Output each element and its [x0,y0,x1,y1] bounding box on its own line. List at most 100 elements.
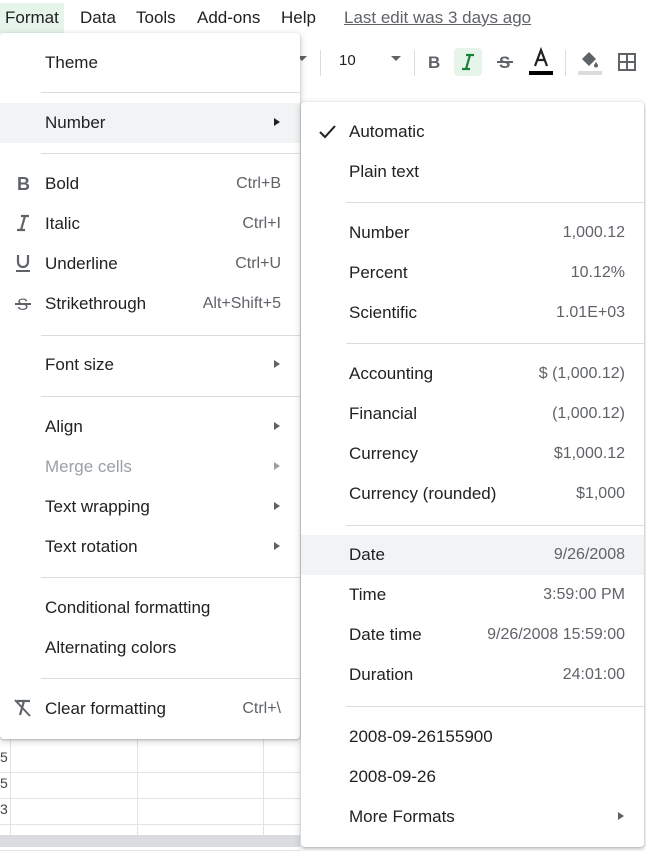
grid-row: 3 [0,799,300,825]
menu-item-label: Font size [45,355,114,374]
number-format-custom-date[interactable]: 2008-09-26 [301,757,644,797]
checkmark-icon [319,125,336,139]
row-number: 5 [0,749,8,765]
menu-tools[interactable]: Tools [136,8,176,28]
fill-color-button[interactable] [576,48,604,76]
menu-divider [41,92,300,93]
shortcut-label: Alt+Shift+5 [202,295,281,312]
format-example: 24:01:00 [562,666,625,683]
menu-item-label: Alternating colors [45,638,177,657]
font-size-dropdown-icon[interactable] [391,56,401,61]
shortcut-label: Ctrl+U [235,255,281,272]
shortcut-label: Ctrl+B [236,175,281,192]
submenu-arrow-icon [274,462,280,470]
menu-item-label: Text rotation [45,537,138,556]
menu-data[interactable]: Data [80,8,116,28]
number-format-financial[interactable]: Financial (1,000.12) [301,394,644,434]
menu-item-strikethrough[interactable]: S Strikethrough Alt+Shift+5 [0,284,300,324]
menu-item-label: 2008-09-26 [349,767,436,786]
clear-formatting-icon [13,698,33,720]
last-edit-link[interactable]: Last edit was 3 days ago [344,8,531,28]
menu-divider [41,153,300,154]
menu-item-clear-formatting[interactable]: Clear formatting Ctrl+\ [0,689,300,729]
menu-divider [346,525,644,526]
menu-item-text-rotation[interactable]: Text rotation [0,527,300,567]
menu-item-label: Currency [349,444,418,463]
number-format-accounting[interactable]: Accounting $ (1,000.12) [301,354,644,394]
font-size-value[interactable]: 10 [339,52,356,69]
toolbar-divider [565,50,566,76]
grid-line [263,738,264,847]
row-number: 3 [0,801,8,817]
format-menu: Theme Number B Bold Ctrl+B Italic Ctrl+I… [0,33,300,739]
number-format-plain-text[interactable]: Plain text [301,152,644,192]
number-format-submenu: Automatic Plain text Number 1,000.12 Per… [301,102,644,847]
menu-item-label: More Formats [349,807,455,826]
number-format-scientific[interactable]: Scientific 1.01E+03 [301,293,644,333]
strikethrough-button[interactable]: S [491,48,519,76]
borders-button[interactable] [613,48,641,76]
underline-icon [13,253,33,275]
menu-item-label: Date [349,545,385,564]
menu-item-italic[interactable]: Italic Ctrl+I [0,204,300,244]
menu-help[interactable]: Help [281,8,316,28]
svg-text:B: B [17,174,30,193]
submenu-arrow-icon [274,502,280,510]
italic-icon [462,53,474,71]
number-format-date[interactable]: Date 9/26/2008 [301,535,644,575]
number-format-custom-datetime[interactable]: 2008-09-26155900 [301,717,644,757]
menu-item-label: Theme [45,53,98,72]
menu-divider [346,202,644,203]
menu-item-label: Automatic [349,122,425,141]
submenu-arrow-icon [274,118,280,126]
number-format-date-time[interactable]: Date time 9/26/2008 15:59:00 [301,615,644,655]
number-format-automatic[interactable]: Automatic [301,112,644,152]
fill-color-icon [578,52,602,75]
format-example: $1,000.12 [553,445,625,462]
menu-divider [41,577,300,578]
spreadsheet-grid[interactable]: 5 5 3 [0,738,300,851]
menu-format[interactable]: Format [0,3,64,33]
text-color-button[interactable] [527,47,555,76]
menu-item-text-wrapping[interactable]: Text wrapping [0,487,300,527]
menu-item-align[interactable]: Align [0,407,300,447]
menu-item-bold[interactable]: B Bold Ctrl+B [0,164,300,204]
format-example: (1,000.12) [552,405,625,422]
menu-item-underline[interactable]: Underline Ctrl+U [0,244,300,284]
format-example: 1,000.12 [562,224,625,241]
number-format-time[interactable]: Time 3:59:00 PM [301,575,644,615]
menu-item-theme[interactable]: Theme [0,43,300,83]
menu-item-label: Time [349,585,387,604]
format-example: 1.01E+03 [556,304,625,321]
grid-line [10,738,11,847]
number-format-percent[interactable]: Percent 10.12% [301,253,644,293]
shortcut-label: Ctrl+I [242,215,281,232]
menu-divider [346,343,644,344]
grid-row: 5 [0,773,300,799]
grid-line [137,738,138,847]
number-format-number[interactable]: Number 1,000.12 [301,213,644,253]
menu-item-label: Number [45,113,106,132]
format-example: $1,000 [576,485,625,502]
menu-item-number[interactable]: Number [0,103,300,143]
menu-bar: Format Data Tools Add-ons Help Last edit… [0,0,646,36]
menu-item-conditional-formatting[interactable]: Conditional formatting [0,588,300,628]
bold-button[interactable]: B [420,48,448,76]
italic-button[interactable] [454,48,482,76]
menu-item-alternating-colors[interactable]: Alternating colors [0,628,300,668]
menu-item-font-size[interactable]: Font size [0,345,300,385]
number-format-more-formats[interactable]: More Formats [301,797,644,837]
format-example: 9/26/2008 [553,546,625,563]
format-example: 10.12% [570,264,625,281]
menu-item-label: Merge cells [45,457,132,476]
horizontal-scrollbar[interactable] [0,835,300,847]
menu-item-label: Currency (rounded) [349,484,497,503]
menu-item-label: Accounting [349,364,434,383]
number-format-currency-rounded[interactable]: Currency (rounded) $1,000 [301,474,644,514]
shortcut-label: Ctrl+\ [242,700,281,717]
number-format-currency[interactable]: Currency $1,000.12 [301,434,644,474]
row-number: 5 [0,775,8,791]
menu-item-label: Underline [45,254,118,273]
menu-add-ons[interactable]: Add-ons [197,8,260,28]
number-format-duration[interactable]: Duration 24:01:00 [301,655,644,695]
